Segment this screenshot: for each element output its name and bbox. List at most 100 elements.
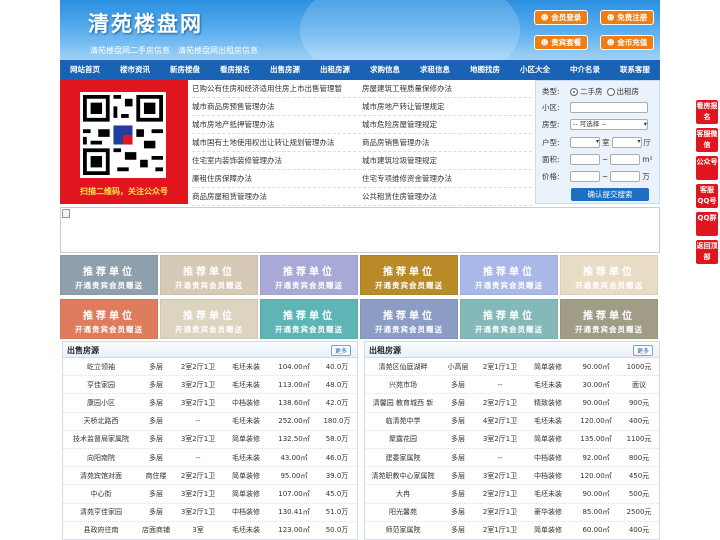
policy-link[interactable]: 已购公有住房和经济适用住房上市出售管理暂 — [192, 80, 362, 97]
listing-row[interactable]: 临清苑中学 多层 4室2厅1卫 毛坯未装 120.00㎡ 400元 — [365, 413, 659, 431]
listing-row[interactable]: 向阳南院 多层 -- 毛坯未装 43.00㎡ 46.0万 — [63, 449, 357, 468]
listing-cell: 多层 — [149, 435, 163, 444]
policy-link[interactable]: 住宅专项维修资金管理办法 — [362, 170, 532, 187]
listing-cell: 2室2厅1卫 — [180, 471, 216, 480]
floating-side-button[interactable]: 客服微信 — [696, 128, 718, 152]
nav-item[interactable]: 中介名录 — [560, 60, 610, 80]
nav-item[interactable]: 求租信息 — [410, 60, 460, 80]
recommended-unit-ad[interactable]: 推荐单位 开通贵宾会员赠送 — [360, 299, 458, 339]
hall-select[interactable]: ▾ — [611, 137, 642, 148]
price-max-input[interactable] — [610, 171, 641, 182]
recommended-unit-ad[interactable]: 推荐单位 开通贵宾会员赠送 — [260, 299, 358, 339]
floating-side-button[interactable]: 返回顶部 — [696, 240, 718, 264]
listing-row[interactable]: 兴苑市场 多层 -- 毛坯未装 30.00㎡ 面议 — [365, 376, 659, 395]
recommended-unit-ad[interactable]: 推荐单位 开通贵宾会员赠送 — [560, 255, 658, 295]
rent-panel: 出租房源 更多 清苑区仙庭湖畔 小高层 2室1厅1卫 简单装修 90.00㎡ 1000元 兴苑… — [364, 341, 660, 540]
listing-row[interactable]: 康园小区 多层 3室2厅1卫 中档装修 138.60㎡ 42.0万 — [63, 394, 357, 413]
floating-side-button[interactable]: 公众号 — [696, 156, 718, 180]
listing-row[interactable]: 清苑宾馆对面 商住楼 2室2厅1卫 简单装修 95.00㎡ 39.0万 — [63, 467, 357, 486]
nav-item[interactable]: 求购信息 — [360, 60, 410, 80]
listing-row[interactable]: 师范家属院 多层 2室1厅1卫 简单装修 60.00㎡ 400元 — [365, 522, 659, 540]
nav-item[interactable]: 看房报名 — [210, 60, 260, 80]
policy-link[interactable]: 城市房地产转让管理规定 — [362, 98, 532, 115]
nav-item[interactable]: 出租房源 — [310, 60, 360, 80]
radio-secondhand[interactable] — [570, 87, 578, 96]
policy-link[interactable]: 公共租赁住房管理办法 — [362, 188, 532, 205]
area-input[interactable] — [570, 102, 648, 113]
nav-item[interactable]: 新房楼盘 — [160, 60, 210, 80]
listing-cell: 毛坯未装 — [232, 380, 260, 389]
listing-row[interactable]: 天桥北路西 多层 -- 毛坯未装 252.00㎡ 180.0万 — [63, 413, 357, 431]
listing-cell: 中档装修 — [232, 508, 260, 517]
vip-package-button[interactable]: ☻ 贵宾套餐 — [534, 35, 588, 50]
floating-side-button[interactable]: QQ群 — [696, 212, 718, 236]
nav-item[interactable]: 楼市资讯 — [110, 60, 160, 80]
login-button[interactable]: ☻ 会员登录 — [534, 10, 588, 25]
recommended-unit-ad[interactable]: 推荐单位 开通贵宾会员赠送 — [360, 255, 458, 295]
listing-row[interactable]: 大冉 多层 2室2厅1卫 毛坯未装 90.00㎡ 500元 — [365, 485, 659, 504]
policy-link[interactable]: 城市危险房屋管理规定 — [362, 116, 532, 133]
listing-row[interactable]: 屹立领袖 多层 2室2厅1卫 毛坯未装 104.00㎡ 40.0万 — [63, 358, 357, 377]
listing-row[interactable]: 阳光馨苑 多层 2室2厅1卫 豪华装修 85.00㎡ 2500元 — [365, 504, 659, 522]
listing-row[interactable]: 清苑区仙庭湖畔 小高层 2室1厅1卫 简单装修 90.00㎡ 1000元 — [365, 358, 659, 377]
policy-link[interactable]: 住宅室内装饰装修管理办法 — [192, 152, 362, 169]
recharge-button[interactable]: ☻ 金币充值 — [600, 35, 654, 50]
listing-row[interactable]: 聚露花园 多层 3室2厅1卫 简单装修 135.00㎡ 1100元 — [365, 431, 659, 449]
listing-cell: 3室2厅1卫 — [180, 380, 216, 389]
policy-link[interactable]: 房屋建筑工程质量保修办法 — [362, 80, 532, 97]
search-submit-button[interactable]: 确认提交搜索 — [571, 188, 649, 201]
policy-link[interactable]: 城市建筑垃圾管理规定 — [362, 152, 532, 169]
recommended-unit-ad[interactable]: 推荐单位 开通贵宾会员赠送 — [560, 299, 658, 339]
recommended-unit-ad[interactable]: 推荐单位 开通贵宾会员赠送 — [60, 299, 158, 339]
listing-cell: 中档装修 — [534, 471, 562, 480]
listing-row[interactable]: 技术监督局家属院 多层 3室2厅1卫 简单装修 132.50㎡ 58.0万 — [63, 431, 357, 449]
policy-link[interactable]: 城市商品房预售管理办法 — [192, 98, 362, 115]
listing-row[interactable]: 中心街 多层 3室2厅1卫 简单装修 107.00㎡ 45.0万 — [63, 485, 357, 504]
listing-row[interactable]: 清苑亨佳家园 多层 3室2厅1卫 中档装修 130.41㎡ 51.0万 — [63, 504, 357, 522]
housetype-select[interactable]: -- 可选择 -- ▾ — [570, 119, 648, 130]
listing-row[interactable]: 建委家属院 多层 -- 中档装修 92.00㎡ 800元 — [365, 449, 659, 468]
ad-title: 推荐单位 — [383, 267, 435, 278]
banner-image-placeholder[interactable] — [60, 207, 660, 253]
housetype-label: 房型: — [542, 120, 560, 129]
nav-item[interactable]: 联系客服 — [610, 60, 660, 80]
floating-side-button[interactable]: 客服QQ号 — [696, 184, 718, 208]
price-unit: 万 — [642, 172, 650, 181]
radio-rental[interactable] — [606, 87, 615, 96]
listing-cell: 252.00㎡ — [278, 417, 310, 426]
room-select[interactable]: ▾ — [570, 137, 600, 148]
listing-row[interactable]: 亨佳家园 多层 3室2厅1卫 毛坯未装 113.00㎡ 48.0万 — [63, 376, 357, 395]
policy-link[interactable]: 商品房销售管理办法 — [362, 134, 532, 151]
nav-item[interactable]: 网站首页 — [60, 60, 110, 80]
listing-row[interactable]: 清馨园 教育城西 新 多层 2室2厅1卫 精致装修 90.00㎡ 900元 — [365, 394, 659, 413]
listing-row[interactable]: 清苑职教中心家属院 多层 3室2厅1卫 中档装修 120.00㎡ 450元 — [365, 467, 659, 486]
size-max-input[interactable] — [610, 154, 641, 165]
listing-row[interactable]: 县政府往南 店面商铺 3室 毛坯未装 123.00㎡ 50.0万 — [63, 522, 357, 540]
listing-cell: 1000元 — [626, 362, 652, 371]
recommended-unit-ad[interactable]: 推荐单位 开通贵宾会员赠送 — [160, 299, 258, 339]
floating-side-button[interactable]: 看房报名 — [696, 100, 718, 124]
listing-cell: 多层 — [451, 453, 465, 462]
recommended-unit-ad[interactable]: 推荐单位 开通贵宾会员赠送 — [160, 255, 258, 295]
listing-cell: 130.41㎡ — [278, 508, 310, 517]
size-min-input[interactable] — [570, 154, 600, 165]
listing-cell: 45.0万 — [325, 489, 349, 498]
register-button[interactable]: ☻ 免费注册 — [600, 10, 654, 25]
policy-link[interactable]: 商品房屋租赁管理办法 — [192, 188, 362, 205]
recommended-unit-ad[interactable]: 推荐单位 开通贵宾会员赠送 — [460, 299, 558, 339]
recommended-unit-ad[interactable]: 推荐单位 开通贵宾会员赠送 — [260, 255, 358, 295]
site-logo[interactable]: 清苑楼盘网 — [88, 8, 203, 38]
policy-link[interactable]: 城市房地产抵押管理办法 — [192, 116, 362, 133]
recommended-unit-ad[interactable]: 推荐单位 开通贵宾会员赠送 — [460, 255, 558, 295]
nav-item[interactable]: 出售房源 — [260, 60, 310, 80]
policy-link[interactable]: 廉租住房保障办法 — [192, 170, 362, 187]
listing-cell: 临清苑中学 — [385, 417, 421, 426]
sale-more-link[interactable]: 更多 — [330, 345, 351, 356]
recommended-unit-ad[interactable]: 推荐单位 开通贵宾会员赠送 — [60, 255, 158, 295]
nav-item[interactable]: 地图找房 — [460, 60, 510, 80]
price-min-input[interactable] — [570, 171, 600, 182]
listing-cell: 简单装修 — [534, 526, 562, 535]
policy-link[interactable]: 城市国有土地使用权出让转让规划管理办法 — [192, 134, 362, 151]
nav-item[interactable]: 小区大全 — [510, 60, 560, 80]
rent-more-link[interactable]: 更多 — [632, 345, 653, 356]
